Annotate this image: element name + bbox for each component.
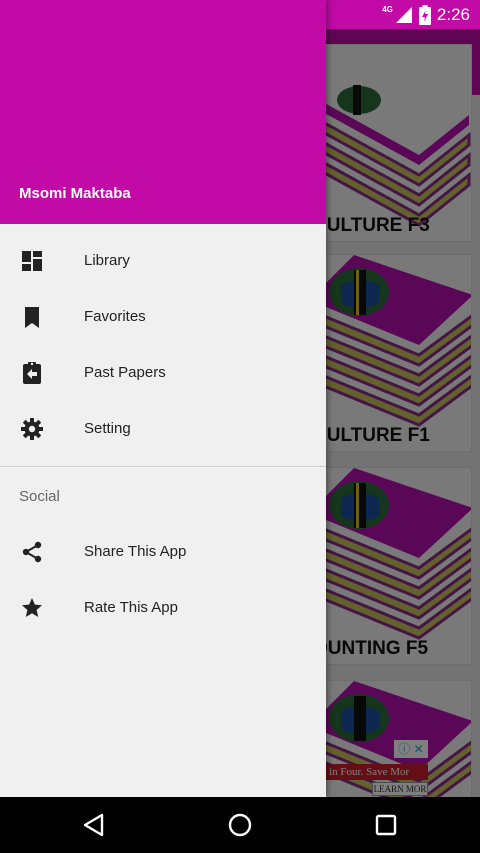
network-type: 4G [382,4,393,14]
status-icons: 4G 2:26 [382,4,470,26]
section-title-social: Social [19,488,60,505]
share-icon [22,541,42,563]
clipboard-icon [23,362,41,384]
menu-item-past-papers[interactable]: Past Papers [0,345,326,401]
menu-item-library[interactable]: Library [0,233,326,289]
menu-item-favorites[interactable]: Favorites [0,289,326,345]
social-menu: Share This App Rate This App [0,524,326,636]
menu-item-share[interactable]: Share This App [0,524,326,580]
star-icon [22,598,42,617]
drawer-header: Msomi Maktaba [0,0,326,224]
battery-icon [418,5,431,25]
back-icon[interactable] [80,811,108,839]
gear-icon [21,418,43,440]
drawer-user-name: Msomi Maktaba [19,185,131,202]
menu-label: Past Papers [84,364,166,381]
recents-icon[interactable] [372,811,400,839]
dashboard-icon [22,251,42,271]
menu-label: Share This App [84,543,187,560]
home-icon[interactable] [226,811,254,839]
menu-label: Setting [84,420,131,437]
menu-label: Library [84,252,130,269]
navigation-bar [0,797,480,853]
menu-item-rate[interactable]: Rate This App [0,580,326,636]
drawer-divider [0,466,326,467]
drawer-menu: Library Favorites Past Papers Setting [0,233,326,457]
menu-label: Favorites [84,308,146,325]
signal-icon [395,7,412,23]
navigation-drawer: Msomi Maktaba Library Favorites Past Pap… [0,0,326,797]
clock: 2:26 [436,5,470,24]
menu-item-setting[interactable]: Setting [0,401,326,457]
menu-label: Rate This App [84,599,178,616]
bookmark-icon [25,307,39,328]
